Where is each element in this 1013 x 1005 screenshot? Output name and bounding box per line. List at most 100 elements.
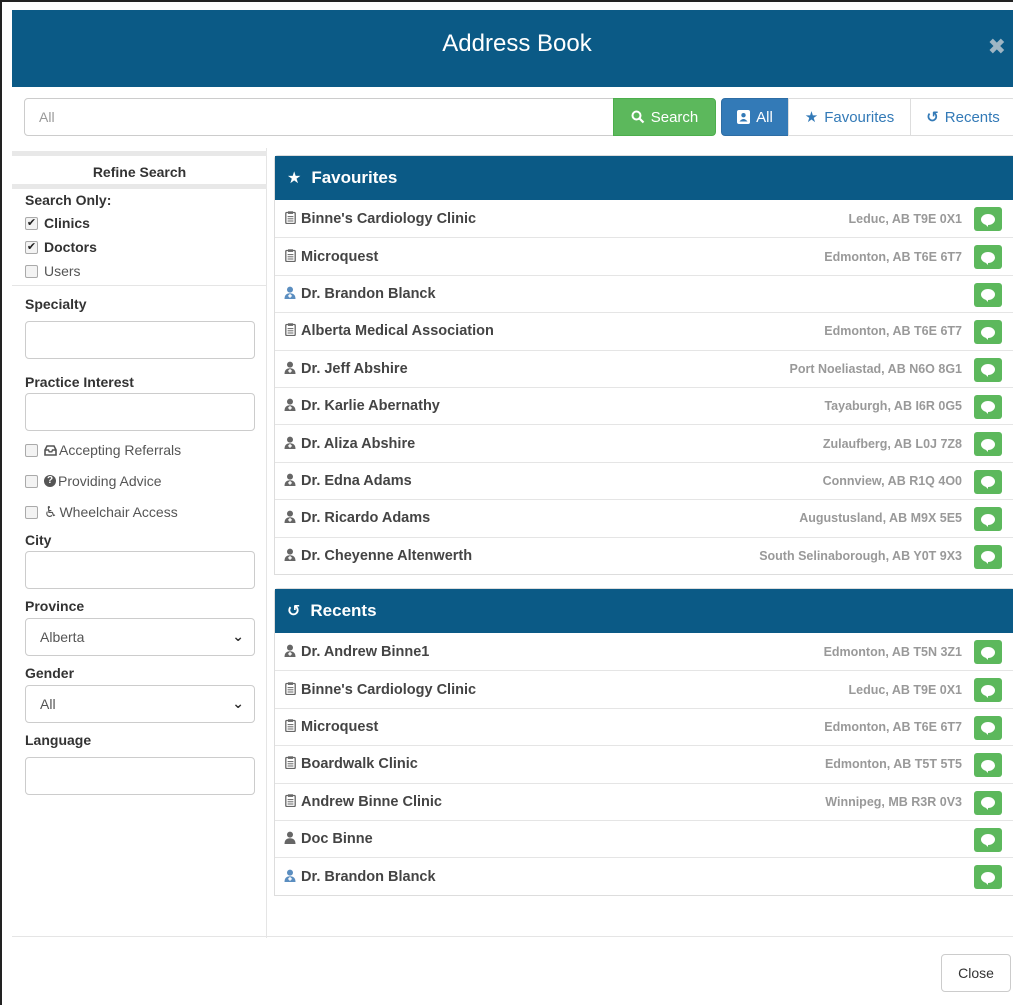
doctor-icon bbox=[283, 548, 297, 564]
province-select[interactable]: Alberta ⌄ bbox=[25, 618, 255, 656]
list-item[interactable]: Dr. Ricardo Adams Augustusland, AB M9X 5E… bbox=[275, 499, 1013, 536]
users-checkbox[interactable] bbox=[25, 264, 38, 278]
clinics-checkbox[interactable]: ✔ bbox=[25, 216, 38, 230]
city-input[interactable] bbox=[25, 551, 255, 589]
comment-icon bbox=[981, 364, 995, 378]
filter-all-button[interactable]: All bbox=[721, 98, 789, 136]
search-input[interactable] bbox=[24, 98, 614, 136]
item-name[interactable]: Dr. Andrew Binne1 bbox=[301, 644, 429, 660]
comment-icon bbox=[981, 213, 995, 227]
message-button[interactable] bbox=[974, 469, 1002, 494]
message-button[interactable] bbox=[974, 865, 1002, 890]
doctor-icon bbox=[283, 869, 297, 885]
address-book-modal: Address Book ✖ Search All ★ Favourites ↺… bbox=[0, 0, 1013, 1005]
message-button[interactable] bbox=[974, 507, 1002, 532]
message-button[interactable] bbox=[974, 640, 1002, 664]
list-item[interactable]: Binne's Cardiology Clinic Leduc, AB T9E 0… bbox=[275, 200, 1013, 237]
list-item[interactable]: Dr. Andrew Binne1 Edmonton, AB T5N 3Z1 bbox=[275, 633, 1013, 670]
list-item[interactable]: Andrew Binne Clinic Winnipeg, MB R3R 0V3 bbox=[275, 782, 1013, 820]
item-name[interactable]: Microquest bbox=[301, 249, 378, 265]
item-location: South Selinaborough, AB Y0T 9X3 bbox=[759, 548, 962, 563]
doctors-checkbox-row[interactable]: ✔ Doctors bbox=[25, 239, 97, 255]
message-button[interactable] bbox=[974, 790, 1002, 815]
clinic-icon bbox=[283, 248, 297, 265]
favourites-panel-header: ★ Favourites bbox=[275, 156, 1013, 200]
province-label: Province bbox=[25, 598, 85, 614]
specialty-input[interactable] bbox=[25, 321, 255, 359]
message-button[interactable] bbox=[974, 207, 1002, 231]
search-button[interactable]: Search bbox=[613, 98, 716, 136]
providing-advice-checkbox[interactable] bbox=[25, 474, 38, 488]
item-name[interactable]: Doc Binne bbox=[301, 831, 373, 847]
message-button[interactable] bbox=[974, 544, 1002, 569]
item-name[interactable]: Microquest bbox=[301, 719, 378, 735]
item-name[interactable]: Dr. Ricardo Adams bbox=[301, 510, 430, 526]
users-checkbox-row[interactable]: Users bbox=[25, 263, 81, 279]
clinics-checkbox-row[interactable]: ✔ Clinics bbox=[25, 215, 90, 231]
recents-panel-title: Recents bbox=[310, 601, 377, 620]
star-icon: ★ bbox=[804, 109, 819, 126]
list-item[interactable]: Dr. Aliza Abshire Zulaufberg, AB L0J 7Z8 bbox=[275, 424, 1013, 461]
list-item[interactable]: Dr. Brandon Blanck bbox=[275, 274, 1013, 312]
recents-panel-header: ↺ Recents bbox=[275, 589, 1013, 633]
clinic-icon bbox=[283, 719, 297, 735]
message-button[interactable] bbox=[974, 245, 1002, 270]
recents-list: Dr. Andrew Binne1 Edmonton, AB T5N 3Z1 Bin… bbox=[275, 633, 1013, 895]
list-item[interactable]: Dr. Brandon Blanck bbox=[275, 857, 1013, 894]
list-item[interactable]: Microquest Edmonton, AB T6E 6T7 bbox=[275, 707, 1013, 745]
gender-select[interactable]: All ⌄ bbox=[25, 685, 255, 723]
wheelchair-access-row[interactable]: ♿ Wheelchair Access bbox=[25, 503, 178, 521]
close-icon[interactable]: ✖ bbox=[988, 34, 1006, 60]
item-name[interactable]: Dr. Edna Adams bbox=[301, 473, 412, 489]
practice-interest-input[interactable] bbox=[25, 393, 255, 431]
doctor-icon bbox=[283, 510, 297, 526]
providing-advice-row[interactable]: ? Providing Advice bbox=[25, 473, 162, 489]
item-name[interactable]: Dr. Brandon Blanck bbox=[301, 286, 436, 302]
item-name[interactable]: Dr. Aliza Abshire bbox=[301, 436, 415, 452]
message-button[interactable] bbox=[974, 357, 1002, 382]
list-item[interactable]: Dr. Cheyenne Altenwerth South Selinaborou… bbox=[275, 536, 1013, 574]
message-button[interactable] bbox=[974, 282, 1002, 307]
doctors-checkbox[interactable]: ✔ bbox=[25, 240, 38, 254]
language-input[interactable] bbox=[25, 757, 255, 795]
list-item[interactable]: Microquest Edmonton, AB T6E 6T7 bbox=[275, 237, 1013, 274]
filter-favourites-button[interactable]: ★ Favourites bbox=[788, 98, 911, 136]
message-button[interactable] bbox=[974, 715, 1002, 740]
close-button[interactable]: Close bbox=[941, 954, 1011, 992]
item-name[interactable]: Andrew Binne Clinic bbox=[301, 794, 442, 810]
item-name[interactable]: Alberta Medical Association bbox=[301, 323, 494, 339]
accepting-referrals-checkbox[interactable] bbox=[25, 443, 38, 457]
item-name[interactable]: Boardwalk Clinic bbox=[301, 756, 418, 772]
list-item[interactable]: Alberta Medical Association Edmonton, AB … bbox=[275, 312, 1013, 349]
item-name[interactable]: Dr. Cheyenne Altenwerth bbox=[301, 548, 472, 564]
list-item[interactable]: Dr. Jeff Abshire Port Noeliastad, AB N6O … bbox=[275, 349, 1013, 387]
message-button[interactable] bbox=[974, 394, 1002, 419]
item-name[interactable]: Dr. Brandon Blanck bbox=[301, 869, 436, 885]
item-location: Tayaburgh, AB I6R 0G5 bbox=[824, 399, 962, 414]
message-button[interactable] bbox=[974, 753, 1002, 778]
list-item[interactable]: Binne's Cardiology Clinic Leduc, AB T9E 0… bbox=[275, 670, 1013, 707]
filter-recents-button[interactable]: ↺ Recents bbox=[910, 98, 1013, 136]
message-button[interactable] bbox=[974, 678, 1002, 703]
accepting-referrals-row[interactable]: Accepting Referrals bbox=[25, 442, 181, 458]
message-button[interactable] bbox=[974, 320, 1002, 345]
list-item[interactable]: Boardwalk Clinic Edmonton, AB T5T 5T5 bbox=[275, 745, 1013, 782]
province-select-value: Alberta bbox=[40, 629, 85, 645]
comment-icon bbox=[981, 289, 995, 303]
footer-divider bbox=[12, 936, 1013, 937]
favourites-list: Binne's Cardiology Clinic Leduc, AB T9E 0… bbox=[275, 200, 1013, 574]
message-button[interactable] bbox=[974, 827, 1002, 852]
item-name[interactable]: Binne's Cardiology Clinic bbox=[301, 682, 476, 698]
comment-icon bbox=[981, 551, 995, 565]
doctor-icon bbox=[283, 473, 297, 489]
item-name[interactable]: Dr. Jeff Abshire bbox=[301, 361, 408, 377]
language-label: Language bbox=[25, 732, 92, 748]
item-name[interactable]: Dr. Karlie Abernathy bbox=[301, 398, 440, 414]
message-button[interactable] bbox=[974, 432, 1002, 457]
wheelchair-access-checkbox[interactable] bbox=[25, 505, 38, 519]
list-item[interactable]: Dr. Edna Adams Connview, AB R1Q 4O0 bbox=[275, 461, 1013, 499]
list-item[interactable]: Dr. Karlie Abernathy Tayaburgh, AB I6R 0G… bbox=[275, 386, 1013, 424]
list-item[interactable]: Doc Binne bbox=[275, 819, 1013, 857]
clinic-icon bbox=[283, 681, 297, 698]
item-name[interactable]: Binne's Cardiology Clinic bbox=[301, 211, 476, 227]
